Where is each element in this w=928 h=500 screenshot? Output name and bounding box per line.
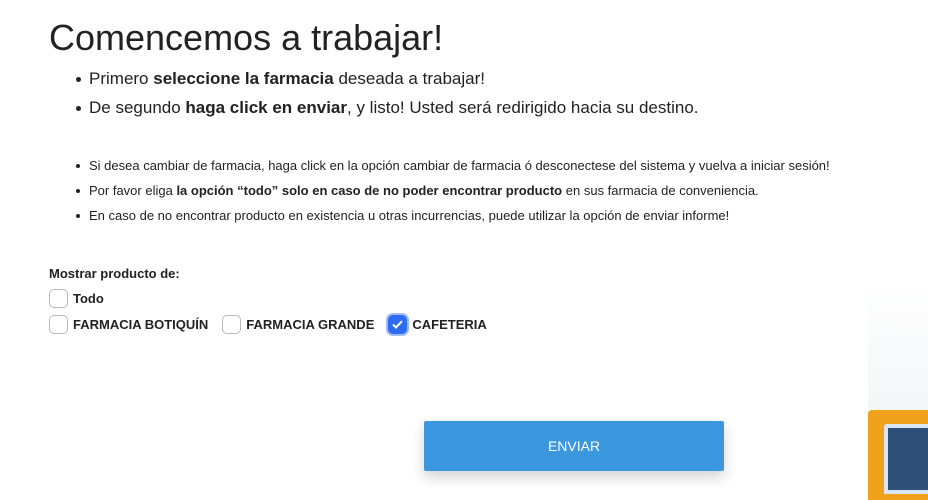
instruction-text: , y listo! Usted será redirigido hacia s… — [347, 98, 699, 117]
note-text: Si desea cambiar de farmacia, haga click… — [89, 158, 830, 173]
checkbox-cafeteria[interactable] — [388, 315, 408, 334]
note-text: En caso de no encontrar producto en exis… — [89, 208, 730, 223]
store-options: FARMACIA BOTIQUÍN FARMACIA GRANDE CAFETE… — [49, 315, 501, 334]
option-label: FARMACIA GRANDE — [246, 317, 375, 332]
option-farmacia-grande[interactable]: FARMACIA GRANDE — [222, 315, 374, 334]
note-item: Por favor eliga la opción “todo” solo en… — [76, 181, 830, 206]
checkbox-farmacia-grande[interactable] — [222, 315, 242, 334]
instruction-text: De segundo — [89, 98, 186, 117]
note-emphasis: la opción “todo” solo en caso de no pode… — [176, 183, 563, 198]
option-cafeteria[interactable]: CAFETERIA — [388, 315, 487, 334]
option-todo[interactable]: Todo — [49, 289, 104, 308]
device-screen-illustration — [884, 424, 928, 494]
note-text: Por favor eliga — [89, 183, 177, 198]
instruction-text: deseada a trabajar! — [333, 69, 485, 88]
secondary-instructions: Si desea cambiar de farmacia, haga click… — [76, 156, 830, 231]
send-button[interactable]: ENVIAR — [424, 421, 724, 471]
instruction-emphasis: haga click en enviar — [185, 98, 347, 117]
filter-label: Mostrar producto de: — [49, 266, 180, 281]
option-label: FARMACIA BOTIQUÍN — [73, 317, 209, 332]
instruction-item: Primero seleccione la farmacia deseada a… — [76, 68, 699, 97]
option-label: CAFETERIA — [412, 317, 487, 332]
option-farmacia-botiquin[interactable]: FARMACIA BOTIQUÍN — [49, 315, 208, 334]
note-item: En caso de no encontrar producto en exis… — [76, 206, 830, 231]
instruction-item: De segundo haga click en enviar, y listo… — [76, 97, 699, 126]
instruction-emphasis: seleccione la farmacia — [153, 69, 334, 88]
checkbox-farmacia-botiquin[interactable] — [49, 315, 68, 334]
page-title: Comencemos a trabajar! — [49, 17, 444, 58]
option-label: Todo — [73, 291, 104, 306]
checkbox-todo[interactable] — [49, 289, 68, 308]
check-icon — [392, 320, 404, 329]
note-item: Si desea cambiar de farmacia, haga click… — [76, 156, 830, 181]
primary-instructions: Primero seleccione la farmacia deseada a… — [76, 68, 699, 126]
note-text: en sus farmacia de conveniencia. — [562, 183, 759, 198]
instruction-text: Primero — [89, 69, 154, 88]
